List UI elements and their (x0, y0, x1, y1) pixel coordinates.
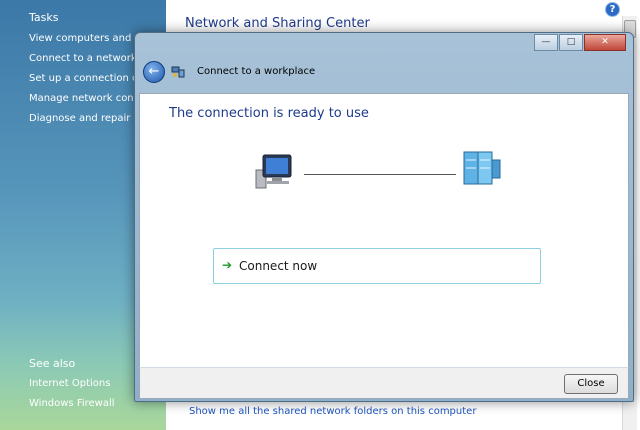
page-title: Network and Sharing Center (185, 16, 370, 31)
wizard-footer: Close (139, 367, 629, 399)
network-wizard-icon (171, 66, 185, 78)
see-also-internet-options[interactable]: Internet Options (29, 378, 134, 389)
computer-icon (255, 154, 292, 189)
task-diagnose-repair[interactable]: Diagnose and repair (29, 113, 134, 124)
shared-folders-link[interactable]: Show me all the shared network folders o… (189, 406, 476, 417)
status-heading: The connection is ready to use (169, 106, 369, 121)
task-view-computers[interactable]: View computers and dev (29, 33, 134, 44)
wizard-header: ← Connect to a workplace (139, 57, 629, 87)
maximize-button[interactable]: □ (559, 34, 583, 51)
help-icon[interactable]: ? (605, 2, 620, 17)
window-controls: — □ ✕ (533, 34, 626, 51)
connect-now-label: Connect now (239, 259, 318, 273)
server-icon (463, 151, 501, 185)
window-close-button[interactable]: ✕ (584, 34, 626, 51)
task-manage-connections[interactable]: Manage network connec (29, 93, 134, 104)
task-setup-connection[interactable]: Set up a connection or n (29, 73, 134, 84)
wizard-body: The connection is ready to use ➔ Connect… (139, 93, 629, 369)
connect-now-button[interactable]: ➔ Connect now (213, 248, 541, 284)
dialog-title: Connect to a workplace (197, 66, 316, 77)
see-also-windows-firewall[interactable]: Windows Firewall (29, 398, 134, 409)
green-arrow-icon: ➔ (222, 258, 233, 272)
close-button[interactable]: Close (564, 374, 618, 394)
back-arrow-button[interactable]: ← (143, 61, 165, 83)
connection-line (304, 174, 456, 175)
connect-workplace-dialog: — □ ✕ ← Connect to a workplace The conne… (134, 32, 634, 402)
task-connect-to-network[interactable]: Connect to a network (29, 53, 134, 64)
see-also-heading: See also (29, 357, 76, 370)
minimize-button[interactable]: — (534, 34, 558, 51)
tasks-heading: Tasks (29, 11, 59, 24)
